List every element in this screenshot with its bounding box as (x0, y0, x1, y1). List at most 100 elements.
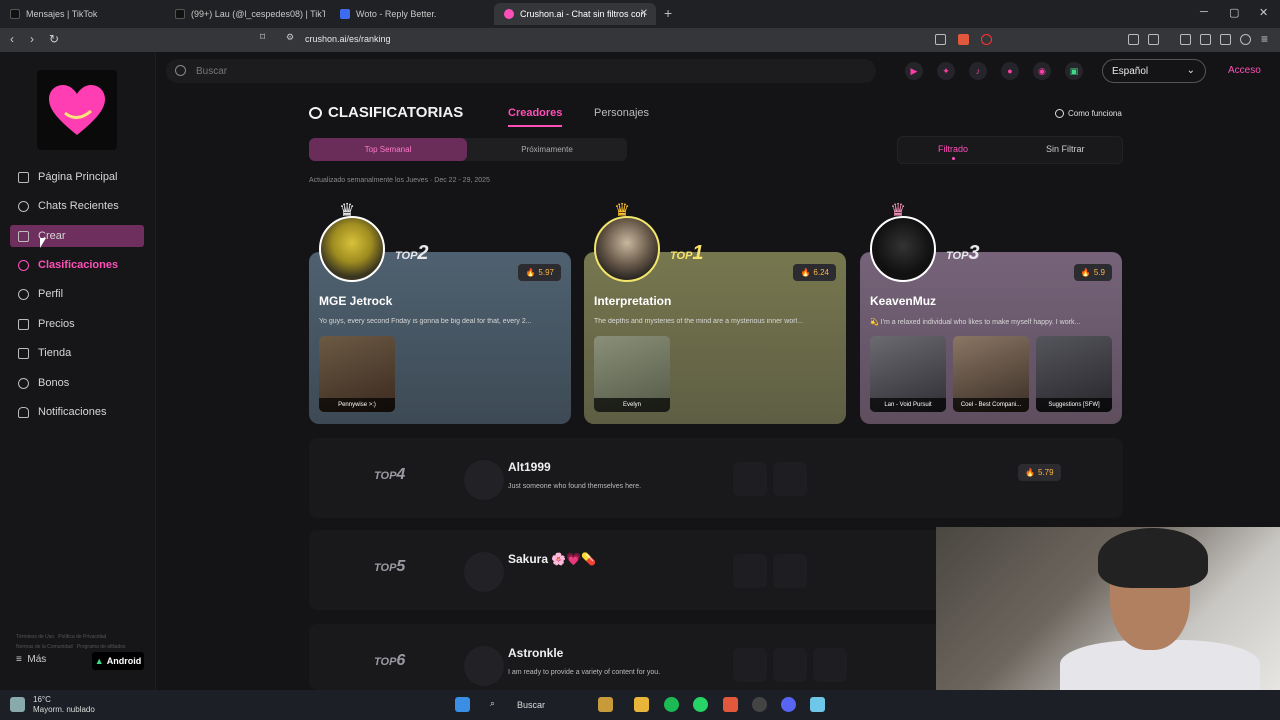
close-window-icon[interactable]: ✕ (1259, 6, 1268, 19)
reading-icon[interactable] (1200, 34, 1211, 45)
android-download-button[interactable]: ▲ Android (92, 652, 144, 670)
character-thumbnail[interactable]: Pennywise >:) (319, 336, 395, 412)
browser-tab[interactable]: Woto - Reply Better. (330, 3, 490, 25)
browser-tab[interactable]: (99+) Lau (@l_cespedes08) | TikTok (165, 3, 325, 25)
weather-desc[interactable]: Mayorm. nublado (33, 705, 95, 714)
sidebar-item-label: Bonos (38, 377, 70, 389)
new-tab-icon[interactable]: + (664, 5, 672, 21)
character-thumbnail[interactable] (773, 554, 807, 588)
wallet-icon[interactable] (1148, 34, 1159, 45)
sidebar-item-pricing[interactable]: Precios (10, 313, 144, 335)
avatar[interactable] (464, 460, 504, 500)
creator-name[interactable]: KeavenMuz (870, 294, 936, 308)
tab-creators[interactable]: Creadores (508, 107, 562, 119)
tab-filtered[interactable]: Filtrado (938, 144, 968, 154)
score-badge: 🔥 5.9 (1073, 264, 1112, 281)
tab-unfiltered[interactable]: Sin Filtrar (1046, 144, 1085, 154)
brave-icon[interactable] (723, 697, 738, 712)
podium-card-top1[interactable]: ♛ TOP1 🔥 6.24 Interpretation The depths a… (584, 200, 846, 424)
sidebar-item-store[interactable]: Tienda (10, 342, 144, 364)
brave-shield-icon[interactable] (958, 34, 969, 45)
sidebar-item-home[interactable]: Página Principal (10, 166, 144, 188)
avatar[interactable] (464, 646, 504, 686)
bookmark-icon[interactable]: ⌑ (260, 32, 265, 43)
login-link[interactable]: Acceso (1228, 65, 1261, 76)
character-thumbnail[interactable]: Coel - Best Compani... (953, 336, 1029, 412)
language-select[interactable]: Español ⌄ (1102, 59, 1206, 83)
back-icon[interactable]: ‹ (10, 32, 14, 46)
sidebar-item-recent-chats[interactable]: Chats Recientes (10, 195, 144, 217)
more-button[interactable]: ≡ Más (16, 654, 46, 665)
youtube-icon[interactable]: ▶ (905, 62, 923, 80)
character-thumbnail[interactable] (773, 462, 807, 496)
discord-taskbar-icon[interactable] (781, 697, 796, 712)
avatar[interactable] (464, 552, 504, 592)
maximize-icon[interactable]: ▢ (1229, 6, 1239, 19)
taskbar-search[interactable]: ⌕ Buscar (482, 695, 602, 715)
discord-icon[interactable]: ◉ (1033, 62, 1051, 80)
avatar[interactable] (870, 216, 936, 282)
desktop-app-icon[interactable]: ▣ (1065, 62, 1083, 80)
character-thumbnail[interactable] (733, 648, 767, 682)
tab-characters[interactable]: Personajes (594, 107, 649, 119)
weather-temp[interactable]: 16°C (33, 695, 51, 704)
sidebar-item-bonus[interactable]: Bonos (10, 372, 144, 394)
file-explorer-icon[interactable] (634, 697, 649, 712)
podium-card-top2[interactable]: ♛ TOP2 🔥 5.97 MGE Jetrock Yo guys, every … (309, 200, 571, 424)
character-thumbnail[interactable]: Evelyn (594, 336, 670, 412)
tiktok-social-icon[interactable]: ♪ (969, 62, 987, 80)
tab-coming-soon[interactable]: Próximamente (467, 138, 627, 161)
how-it-works-button[interactable]: Como funciona (1055, 109, 1122, 118)
forward-icon[interactable]: › (30, 32, 34, 46)
character-thumbnail[interactable] (733, 554, 767, 588)
whatsapp-icon[interactable] (693, 697, 708, 712)
notepad-icon[interactable] (810, 697, 825, 712)
obs-icon[interactable] (752, 697, 767, 712)
creator-name[interactable]: Interpretation (594, 294, 671, 308)
character-thumbnail[interactable]: Lan - Void Pursuit (870, 336, 946, 412)
site-info-icon[interactable]: ⚙ (286, 32, 294, 43)
creator-name[interactable]: Astronkle (508, 646, 563, 660)
privacy-link[interactable]: Política de Privacidad (58, 634, 106, 640)
affiliate-link[interactable]: Programa de afiliados (77, 644, 126, 650)
twitter-icon[interactable]: ✦ (937, 62, 955, 80)
leo-icon[interactable] (1220, 34, 1231, 45)
sidebar-item-create[interactable]: Crear (10, 225, 144, 247)
crushon-logo[interactable] (37, 70, 117, 150)
menu-icon[interactable]: ≡ (1261, 32, 1268, 46)
avatar[interactable] (319, 216, 385, 282)
character-thumbnail[interactable]: Suggestions [SFW] (1036, 336, 1112, 412)
widgets-icon[interactable] (598, 697, 613, 712)
sidebar-toggle-icon[interactable] (1180, 34, 1191, 45)
brave-rewards-icon[interactable] (981, 34, 992, 45)
podium-card-top3[interactable]: ♛ TOP3 🔥 5.9 KeavenMuz 💫 I'm a relaxed in… (860, 200, 1122, 424)
terms-link[interactable]: Términos de Uso (16, 634, 54, 640)
creator-name[interactable]: Sakura 🌸💗💊 (508, 552, 596, 566)
browser-tab-active[interactable]: Crushon.ai - Chat sin filtros con ✕ (494, 3, 656, 25)
minimize-icon[interactable]: ─ (1200, 6, 1208, 18)
creator-name[interactable]: MGE Jetrock (319, 294, 392, 308)
vpn-icon[interactable] (1240, 34, 1251, 45)
character-thumbnail[interactable] (733, 462, 767, 496)
sidebar-item-profile[interactable]: Perfil (10, 283, 144, 305)
sidebar-item-notifications[interactable]: Notificaciones (10, 401, 144, 423)
browser-tab[interactable]: Mensajes | TikTok (0, 3, 160, 25)
reddit-icon[interactable]: ● (1001, 62, 1019, 80)
top-label: TOP (374, 656, 397, 668)
windows-start-icon[interactable] (455, 697, 470, 712)
close-tab-icon[interactable]: ✕ (640, 8, 648, 19)
community-link[interactable]: Normas de la Comunidad (16, 644, 73, 650)
share-icon[interactable] (935, 34, 946, 45)
search-input[interactable]: Buscar (166, 59, 876, 83)
ranking-row[interactable]: TOP4 Alt1999 Just someone who found them… (309, 438, 1123, 518)
character-thumbnail[interactable] (813, 648, 847, 682)
avatar[interactable] (594, 216, 660, 282)
tab-weekly-top[interactable]: Top Semanal (309, 138, 467, 161)
creator-name[interactable]: Alt1999 (508, 460, 551, 474)
extensions-icon[interactable] (1128, 34, 1139, 45)
url-field[interactable]: crushon.ai/es/ranking (305, 34, 391, 44)
spotify-icon[interactable] (664, 697, 679, 712)
reload-icon[interactable]: ↻ (49, 32, 59, 46)
sidebar-item-rankings[interactable]: Clasificaciones (10, 254, 144, 276)
character-thumbnail[interactable] (773, 648, 807, 682)
